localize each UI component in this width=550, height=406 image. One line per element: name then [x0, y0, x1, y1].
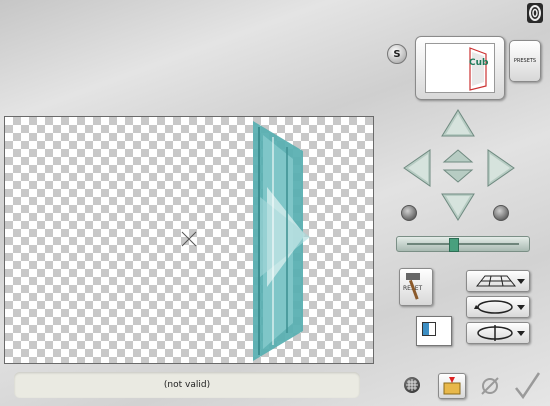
presets-button[interactable]: PRESETS: [509, 40, 541, 82]
preset-preview[interactable]: Cub: [415, 36, 505, 100]
arrow-right-button[interactable]: [486, 148, 516, 192]
preview-shape-icon: [469, 47, 487, 91]
reset-button[interactable]: RESET: [399, 268, 433, 306]
status-text: (not valid): [163, 380, 211, 390]
grid-toggle-icon[interactable]: [404, 377, 420, 393]
flip-axis-icon: [477, 325, 525, 341]
flip-mode-dropdown[interactable]: [466, 322, 530, 344]
open-folder-button[interactable]: [438, 373, 466, 399]
arrow-up-button[interactable]: [440, 108, 476, 142]
depth-slider[interactable]: [396, 236, 530, 252]
presets-button-label: PRESETS: [513, 58, 537, 64]
rotate-right-button[interactable]: [493, 205, 509, 221]
status-bar: (not valid): [14, 372, 360, 398]
preview-title: Cub: [469, 58, 489, 68]
grid-mode-dropdown[interactable]: [466, 270, 530, 292]
preset-thumbnail: Cub: [425, 43, 495, 93]
cancel-icon[interactable]: [478, 374, 502, 398]
app-logo-icon: [526, 2, 544, 24]
slider-knob[interactable]: [449, 238, 459, 252]
center-cross-icon[interactable]: [181, 231, 197, 247]
arrow-left-button[interactable]: [402, 148, 432, 192]
arrow-down-button[interactable]: [440, 192, 476, 226]
rotate-left-button[interactable]: [401, 205, 417, 221]
folder-icon: [443, 377, 461, 395]
hammer-icon: [406, 273, 420, 300]
rotate-circle-icon: [474, 300, 525, 314]
grid-plane-icon: [475, 275, 525, 287]
slider-track: [407, 243, 519, 245]
preview-canvas[interactable]: [4, 116, 374, 364]
layer-button[interactable]: [416, 316, 452, 346]
snapshot-button[interactable]: S: [387, 44, 407, 64]
filter-dialog: S Cub PRESETS (not valid): [0, 0, 550, 406]
ok-checkmark-icon[interactable]: [512, 370, 542, 400]
move-back-button[interactable]: [442, 168, 474, 188]
rotation-mode-dropdown[interactable]: [466, 296, 530, 318]
move-forward-button[interactable]: [442, 148, 474, 168]
layer-thumbnail-icon: [422, 322, 436, 336]
snapshot-button-label: S: [393, 48, 401, 60]
